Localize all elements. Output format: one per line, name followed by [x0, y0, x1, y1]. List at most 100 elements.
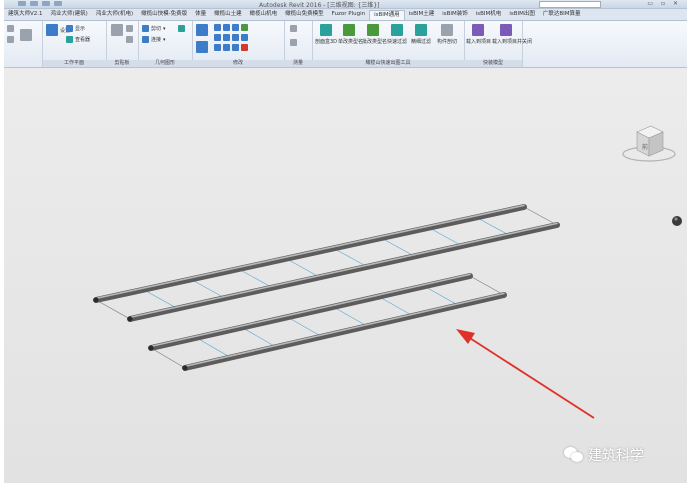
left-tool-button-3[interactable] [20, 29, 32, 41]
mirror-axis-icon [223, 24, 230, 31]
load-group-label: 快装模型 [464, 60, 522, 67]
geometry-extra-button[interactable] [178, 25, 185, 32]
section-box-label: 剖面盒3D [314, 39, 338, 45]
dimension-button[interactable] [290, 39, 297, 46]
paste-button[interactable] [111, 24, 123, 36]
component-section-button[interactable]: 构件剖切 [434, 24, 460, 45]
fine-filter-button[interactable]: 精细过滤 [410, 24, 432, 45]
ribbon-tab[interactable]: 橄榄山土建 [210, 9, 246, 20]
rename-type-label: 单改类型名 [338, 39, 364, 45]
ribbon-tab[interactable]: 鸿业大师(建筑) [47, 9, 92, 20]
group-work-plane: 设置 显示 查看器 工作平面 [42, 21, 107, 67]
tool-icon [7, 25, 14, 32]
measure-button[interactable] [290, 25, 297, 32]
quick-filter-button[interactable]: 快速过滤 [386, 24, 408, 45]
ribbon-tab[interactable]: 橄榄山机电 [246, 9, 282, 20]
watermark: 建筑科学 [564, 445, 644, 465]
modify-group-label: 修改 [192, 60, 284, 67]
section-box-icon [320, 24, 332, 36]
match-button[interactable] [126, 36, 133, 43]
tie-line [150, 347, 186, 369]
load-and-close-button[interactable]: 载入到项目并关闭 [492, 24, 532, 45]
group-modify: 修改 [192, 21, 285, 67]
ribbon-tab[interactable]: isBIM装饰 [438, 9, 472, 20]
split-button[interactable] [214, 44, 248, 51]
ribbon-tab[interactable]: isBIM出图 [505, 9, 539, 20]
rename-icon [343, 24, 355, 36]
group-clipboard: 剪贴板 [106, 21, 139, 67]
ribbon-tab[interactable]: 广联达BIM算量 [539, 9, 585, 20]
show-work-plane-button[interactable]: 显示 [66, 25, 85, 32]
cut-clip-button[interactable] [126, 25, 133, 32]
arrow-head [456, 329, 475, 344]
fine-filter-icon [415, 24, 427, 36]
window-controls[interactable]: ▭ ▫ ✕ [647, 0, 681, 7]
ribbon-tab[interactable]: 建筑大师V2.1 [4, 9, 47, 20]
navigation-bar-highlight [674, 217, 678, 221]
view-cube[interactable]: 前 [622, 125, 676, 162]
group-load-to-project: 载入到项目 载入到项目并关闭 快装模型 [464, 21, 532, 67]
cut-label: 剪切 [151, 26, 162, 32]
left-tool-button-2[interactable] [7, 36, 14, 43]
cut-geometry-button[interactable]: 剪切 ▾ [142, 25, 166, 32]
ribbon-tab[interactable]: 体量 [191, 9, 210, 20]
cut-icon [142, 25, 149, 32]
rebar-link [287, 316, 322, 337]
plane-icon [66, 25, 73, 32]
viewer-button[interactable]: 查看器 [66, 36, 90, 43]
quick-filter-label: 快速过滤 [386, 39, 407, 45]
group-measure: 测量 [284, 21, 313, 67]
chevron-down-icon: ▾ [163, 25, 166, 32]
rotate-icon [214, 34, 221, 41]
mirror-icon [214, 24, 221, 31]
delete-icon [241, 44, 248, 51]
ribbon-tab[interactable]: isBIM通用 [369, 9, 405, 20]
ribbon-tab[interactable]: isBIM土建 [405, 9, 439, 20]
rebar-link [476, 217, 510, 236]
rebar-rod[interactable] [93, 204, 527, 303]
rebar-link [333, 306, 368, 327]
align-icon [196, 24, 208, 36]
load-close-icon [500, 24, 512, 36]
rebar-link [238, 268, 273, 288]
model-canvas: 前 [93, 125, 682, 419]
rename-type-button[interactable]: 单改类型名 [338, 24, 364, 45]
geometry-group-label: 几何图形 [138, 60, 192, 67]
ribbon-tab[interactable]: isBIM机电 [472, 9, 506, 20]
work-plane-group-label: 工作平面 [42, 60, 106, 67]
left-tool-button-1[interactable] [7, 25, 14, 32]
window-title: Autodesk Revit 2016 - [三维视图: {三维}] [259, 2, 380, 9]
viewer-label: 查看器 [75, 37, 91, 43]
align-button[interactable] [196, 24, 208, 36]
measure-group-label: 测量 [284, 60, 312, 67]
ruler-icon [290, 25, 297, 32]
grid-icon [46, 24, 58, 36]
section-box-3d-button[interactable]: 剖面盒3D [314, 24, 338, 45]
wechat-icon [564, 447, 584, 463]
scissors-icon [126, 25, 133, 32]
ribbon-tab[interactable]: 鸿业大师(机电) [92, 9, 137, 20]
load-to-project-button[interactable]: 载入到项目 [466, 24, 492, 45]
ribbon-tab[interactable]: Fuzor Plugin [328, 9, 369, 20]
section-cut-icon [441, 24, 453, 36]
navigation-bar-icon[interactable] [672, 216, 682, 226]
join-geometry-button[interactable]: 连接 ▾ [142, 36, 166, 43]
search-input[interactable] [539, 1, 601, 8]
group-left-tools [4, 21, 43, 67]
rotate-button[interactable] [214, 34, 248, 41]
load-to-project-label: 载入到项目 [466, 39, 492, 45]
ribbon-tab[interactable]: 橄榄山免费模型 [281, 9, 328, 20]
fine-filter-label: 精细过滤 [410, 39, 431, 45]
mirror-button[interactable] [214, 24, 248, 31]
quick-access-toolbar[interactable] [18, 1, 62, 7]
arrow-shaft [461, 332, 595, 419]
trim-icon [241, 24, 248, 31]
3d-viewport[interactable]: 前 [4, 68, 687, 483]
component-section-label: 构件剖切 [436, 39, 457, 45]
rebar-link [286, 258, 320, 278]
ribbon-tab[interactable]: 橄榄山快模-免费版 [137, 9, 191, 20]
clipboard-group-label: 剪贴板 [106, 60, 138, 67]
load-and-close-label: 载入到项目并关闭 [492, 39, 533, 45]
batch-rename-button[interactable]: 批改类型名 [362, 24, 387, 45]
move-button[interactable] [196, 41, 208, 53]
